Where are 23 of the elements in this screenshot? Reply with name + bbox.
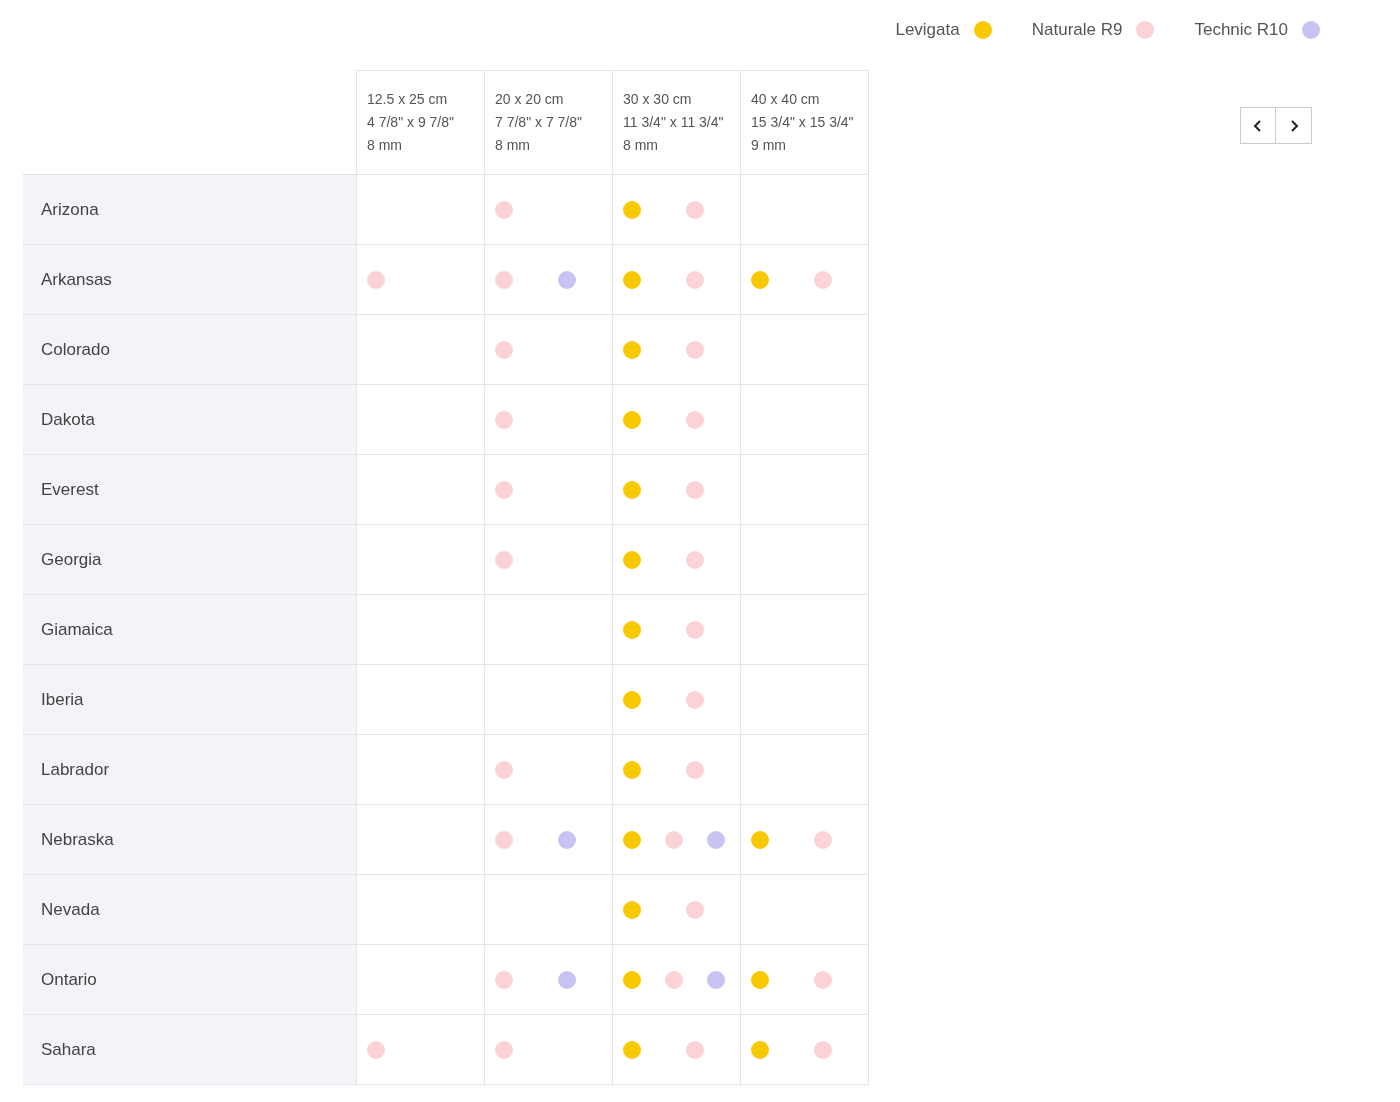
row-name: Ontario <box>23 944 357 1015</box>
row-name: Everest <box>23 454 357 525</box>
row-name: Labrador <box>23 734 357 805</box>
column-header: 12.5 x 25 cm 4 7/8" x 9 7/8" 8 mm <box>356 70 485 175</box>
row-name: Arizona <box>23 174 357 245</box>
row-name: Sahara <box>23 1014 357 1085</box>
previous-button[interactable] <box>1240 107 1276 144</box>
row-name: Colorado <box>23 314 357 385</box>
legend-label: Technic R10 <box>1194 20 1288 40</box>
legend-label: Naturale R9 <box>1031 20 1123 40</box>
column-header: 20 x 20 cm 7 7/8" x 7 7/8" 8 mm <box>484 70 613 175</box>
row-name: Arkansas <box>23 244 357 315</box>
row-name: Nebraska <box>23 804 357 875</box>
chevron-left-icon <box>1252 118 1264 133</box>
legend-label: Levigata <box>895 20 960 40</box>
row-name: Dakota <box>23 384 357 455</box>
column-header: 30 x 30 cm 11 3/4" x 11 3/4" 8 mm <box>612 70 741 175</box>
column-header: 40 x 40 cm 15 3/4" x 15 3/4" 9 mm <box>740 70 869 175</box>
row-name: Georgia <box>23 524 357 595</box>
row-name: Nevada <box>23 874 357 945</box>
row-name: Giamaica <box>23 594 357 665</box>
next-button[interactable] <box>1276 107 1312 144</box>
row-name: Iberia <box>23 664 357 735</box>
